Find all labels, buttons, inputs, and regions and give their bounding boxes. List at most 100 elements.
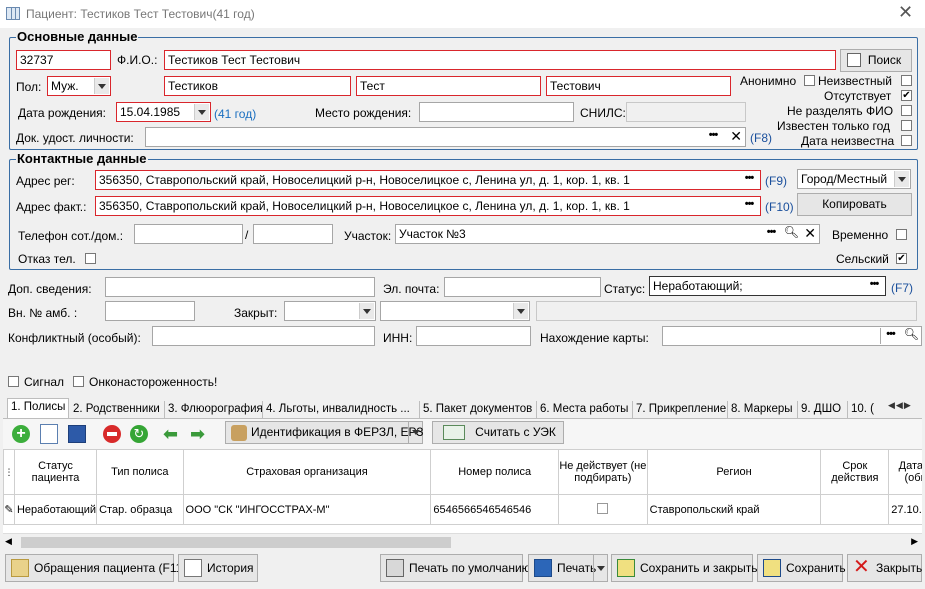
tab-more[interactable]: 10. ( (848, 401, 888, 419)
arrow-right-icon[interactable]: ➡ (190, 424, 205, 445)
edit-icon[interactable] (40, 424, 58, 444)
tab-attachment[interactable]: 7. Прикрепление (633, 401, 728, 419)
more-icon[interactable]: ••• (761, 226, 781, 242)
area-field[interactable]: Участок №3 ••• 🔍︎ ✕ (395, 224, 820, 244)
cell-date[interactable]: 27.10. (888, 494, 922, 525)
cell-valid[interactable] (820, 494, 890, 525)
history-button[interactable]: История (178, 554, 258, 582)
print-default-button[interactable]: Печать по умолчанию (380, 554, 531, 582)
tab-dsho[interactable]: 9. ДШО (798, 401, 848, 419)
anonymous-checkbox[interactable] (804, 75, 815, 86)
birth-date-field[interactable]: 15.04.1985 (116, 102, 211, 122)
close-button[interactable]: ✕ Закрыть (847, 554, 922, 582)
scroll-right-icon[interactable]: ▶ (911, 536, 918, 547)
more-icon[interactable]: ••• (739, 198, 759, 214)
more-icon[interactable]: ••• (703, 129, 723, 145)
amb-number-field[interactable] (105, 301, 195, 321)
cell-type[interactable]: Стар. образца (96, 494, 184, 525)
onco-checkbox[interactable] (73, 376, 84, 387)
closed-info-field[interactable] (536, 301, 917, 321)
year-only-checkbox[interactable] (901, 120, 912, 131)
phone-refusal-checkbox[interactable] (85, 253, 96, 264)
grid-header-date[interactable]: Дата д (обн (888, 449, 922, 495)
no-split-fio-checkbox[interactable] (901, 105, 912, 116)
home-phone-field[interactable] (253, 224, 333, 244)
magnifier-icon[interactable]: 🔍︎ (904, 327, 919, 341)
tab-documents[interactable]: 5. Пакет документов (420, 401, 537, 419)
copy-button[interactable]: Копировать (797, 193, 912, 216)
chevron-down-icon[interactable] (408, 422, 422, 443)
visits-button[interactable]: Обращения пациента (F11) (5, 554, 186, 582)
save-icon[interactable] (68, 425, 86, 443)
absent-checkbox[interactable]: ✔ (901, 90, 912, 101)
inn-field[interactable] (416, 326, 531, 346)
print-button[interactable]: Печать (528, 554, 608, 582)
patient-id-field[interactable]: 32737 (16, 50, 111, 70)
sex-select[interactable]: Муж. (47, 76, 111, 96)
tab-scroll-buttons[interactable]: ◀◀▶ (888, 400, 922, 415)
unknown-checkbox[interactable] (901, 75, 912, 86)
scroll-left-icon[interactable]: ◀ (5, 536, 12, 547)
magnifier-icon[interactable]: 🔍︎ (784, 225, 799, 239)
chevron-down-icon[interactable] (359, 303, 374, 319)
save-close-button[interactable]: Сохранить и закрыть (611, 554, 757, 582)
closed-select[interactable] (284, 301, 376, 321)
grid-header-org[interactable]: Страховая организация (182, 449, 432, 495)
add-icon[interactable]: + (12, 425, 30, 443)
first-name-field[interactable]: Тест (356, 76, 541, 96)
close-icon[interactable]: ✕ (898, 2, 913, 23)
tab-policies[interactable]: 1. Полисы (7, 398, 69, 420)
mobile-phone-field[interactable] (134, 224, 243, 244)
status-field[interactable]: Неработающий; ••• (649, 276, 886, 296)
snils-field[interactable] (626, 102, 746, 122)
fio-field[interactable]: Тестиков Тест Тестович (164, 50, 836, 70)
fact-address-field[interactable]: 356350, Ставропольский край, Новоселицки… (95, 196, 761, 216)
grid-header-valid[interactable]: Срок действия (820, 449, 890, 495)
grid-header-inactive[interactable]: Не действует (не подбирать) (558, 449, 648, 495)
cell-number[interactable]: 6546566546546546 (430, 494, 560, 525)
more-icon[interactable]: ••• (880, 328, 900, 344)
clear-icon[interactable]: ✕ (804, 225, 816, 242)
grid-header-region[interactable]: Регион (646, 449, 822, 495)
grid-horizontal-scrollbar[interactable]: ◀ ▶ (3, 533, 922, 550)
table-row[interactable]: ✎ Неработающий Стар. образца ООО "СК "ИН… (3, 494, 922, 525)
closed-reason-select[interactable] (380, 301, 530, 321)
birthplace-field[interactable] (419, 102, 574, 122)
conflict-field[interactable] (152, 326, 375, 346)
clear-icon[interactable]: ✕ (730, 128, 742, 145)
grid-header-number[interactable]: Номер полиса (430, 449, 560, 495)
more-icon[interactable]: ••• (739, 172, 759, 188)
cell-status[interactable]: Неработающий (13, 494, 98, 525)
doc-field[interactable]: ••• ✕ (145, 127, 746, 147)
tab-workplaces[interactable]: 6. Места работы (537, 401, 633, 419)
date-unknown-checkbox[interactable] (901, 135, 912, 146)
chevron-down-icon[interactable] (94, 78, 109, 94)
email-field[interactable] (444, 277, 601, 297)
tab-relatives[interactable]: 2. Родственники (70, 401, 165, 419)
scroll-thumb[interactable] (21, 537, 451, 548)
delete-icon[interactable] (103, 425, 121, 443)
cell-inactive[interactable] (558, 494, 648, 525)
arrow-left-icon[interactable]: ⬅ (163, 424, 178, 445)
grid-header-type[interactable]: Тип полиса (96, 449, 184, 495)
save-button[interactable]: Сохранить (757, 554, 846, 582)
identify-button[interactable]: Идентификация в ФЕРЗЛ, ЕРЗ (225, 421, 424, 444)
chevron-down-icon[interactable] (593, 555, 607, 581)
middle-name-field[interactable]: Тестович (546, 76, 731, 96)
cell-region[interactable]: Ставропольский край (646, 494, 822, 525)
cell-org[interactable]: ООО "СК "ИНГОССТРАХ-М" (182, 494, 432, 525)
inactive-checkbox[interactable] (597, 502, 609, 514)
reg-address-field[interactable]: 356350, Ставропольский край, Новоселицки… (95, 170, 761, 190)
temporary-checkbox[interactable] (896, 229, 907, 240)
signal-checkbox[interactable] (8, 376, 19, 387)
refresh-icon[interactable]: ↻ (130, 425, 148, 443)
locality-type-select[interactable]: Город/Местный (797, 169, 911, 189)
search-button[interactable]: Поиск (840, 49, 912, 72)
tab-markers[interactable]: 8. Маркеры (728, 401, 798, 419)
rural-checkbox[interactable]: ✔ (896, 253, 907, 264)
add-info-field[interactable] (105, 277, 375, 297)
chevron-down-icon[interactable] (894, 171, 909, 187)
tab-fluorography[interactable]: 3. Флюорография (165, 401, 263, 419)
more-icon[interactable]: ••• (864, 278, 884, 294)
card-location-field[interactable]: ••• 🔍︎ (662, 326, 922, 346)
